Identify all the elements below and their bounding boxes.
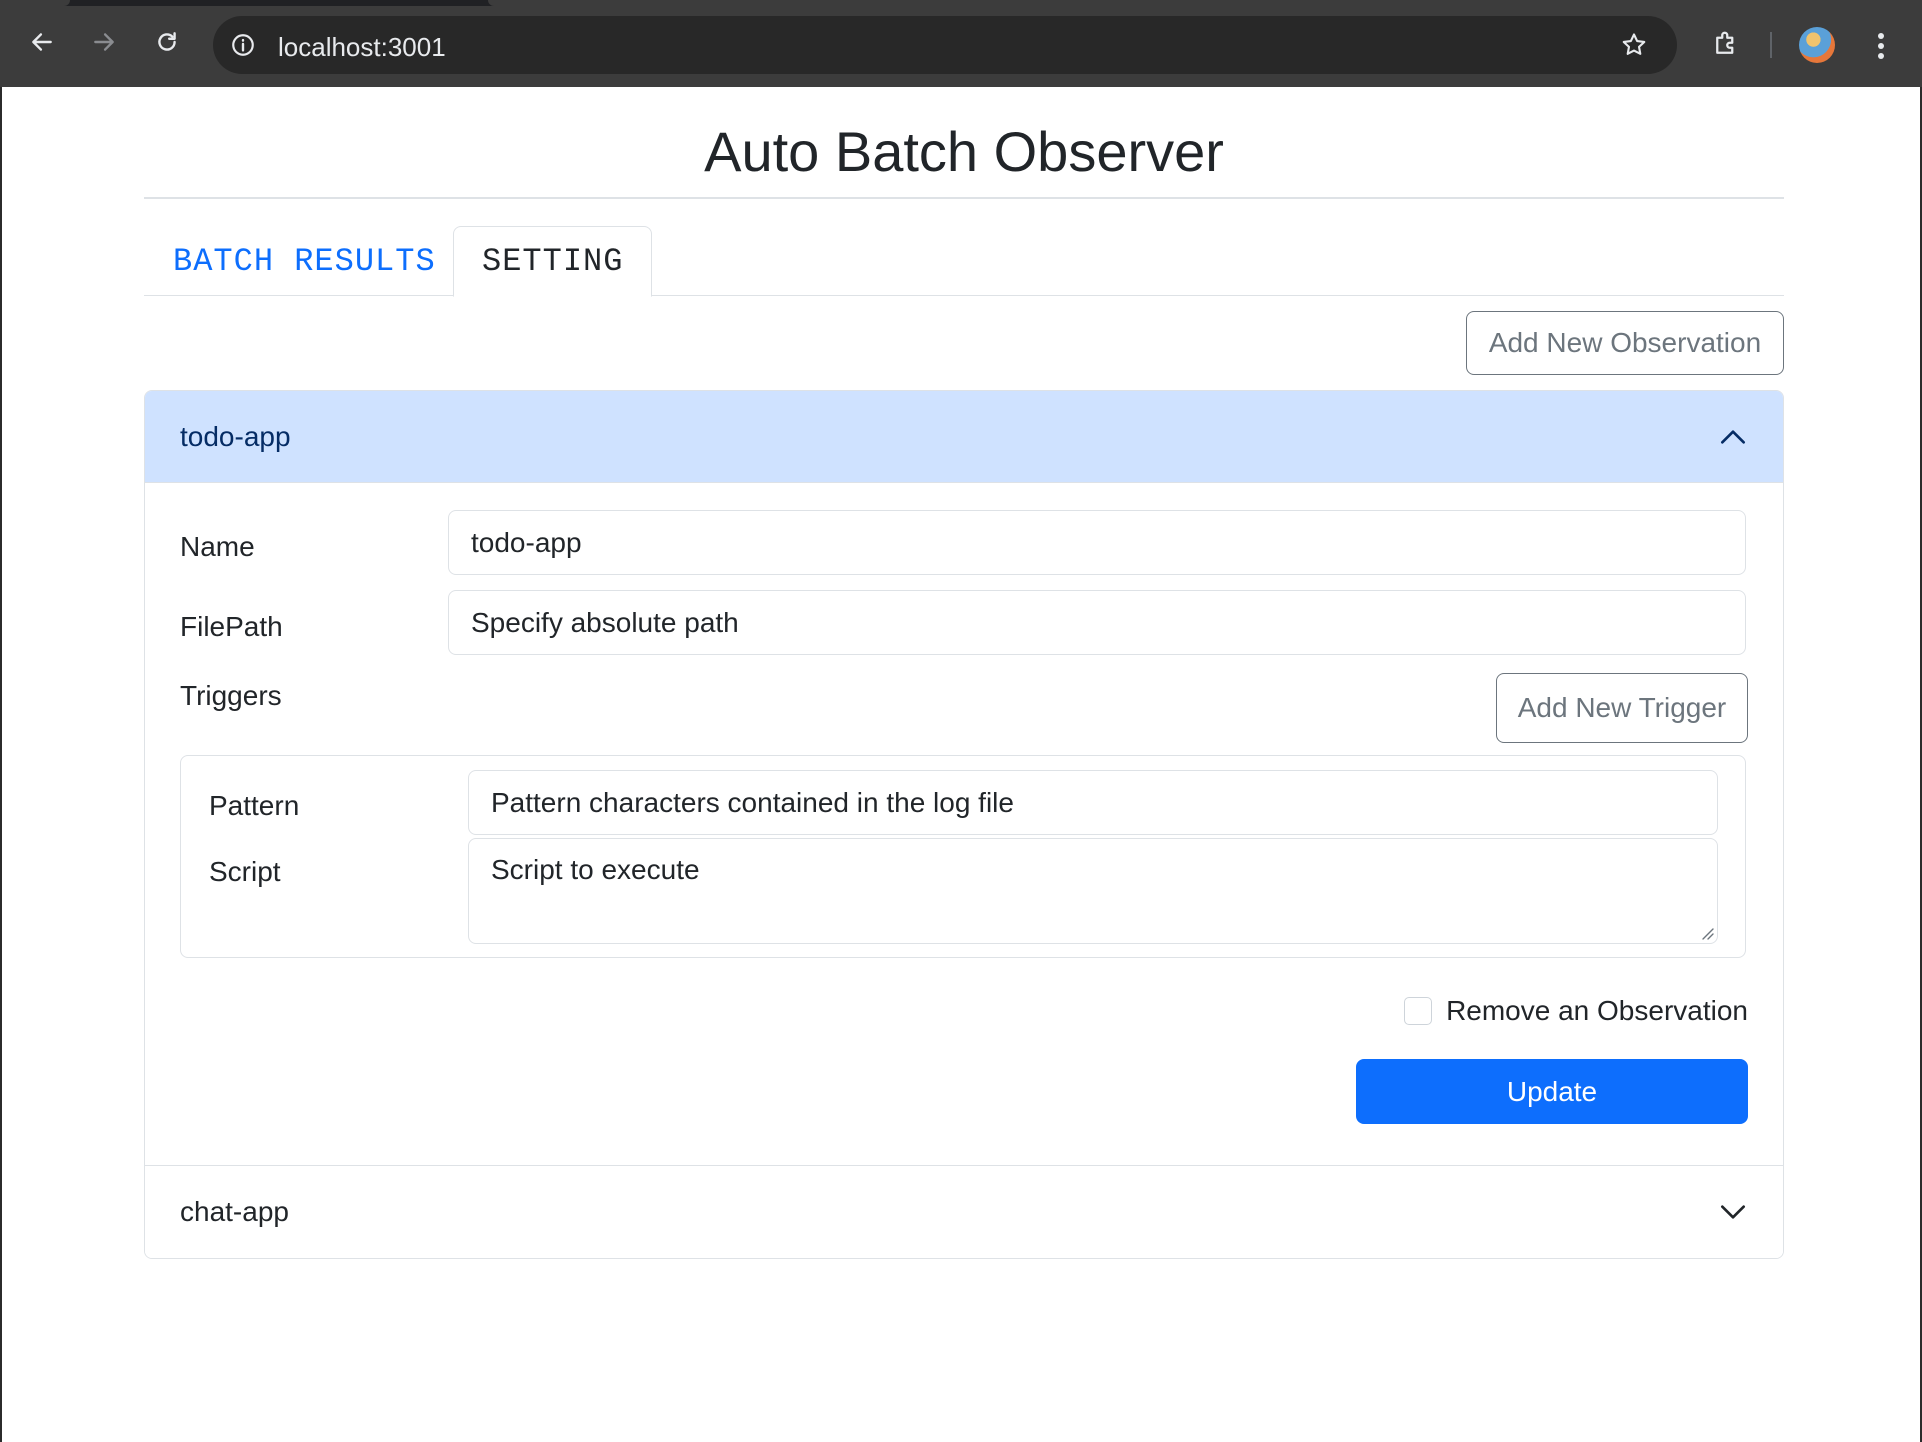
name-field-value: todo-app xyxy=(471,526,582,558)
add-new-observation-button[interactable]: Add New Observation xyxy=(1466,311,1784,375)
observation-toolbar: Add New Observation xyxy=(144,296,1784,390)
extensions-icon[interactable] xyxy=(1706,24,1746,64)
observations-accordion: todo-app Name todo-app FilePath Specify … xyxy=(144,390,1784,1259)
chevron-up-icon xyxy=(1721,430,1745,444)
remove-observation-checkbox[interactable] xyxy=(1404,997,1433,1025)
accordion-header-todo-app[interactable]: todo-app xyxy=(145,391,1783,483)
add-new-trigger-button[interactable]: Add New Trigger xyxy=(1496,673,1748,743)
tab-bar: BATCH RESULTS SETTING xyxy=(144,226,1784,297)
forward-button[interactable] xyxy=(84,22,124,62)
reload-icon xyxy=(158,32,176,51)
bookmark-star-icon[interactable] xyxy=(1615,26,1653,64)
accordion-header-chat-app[interactable]: chat-app xyxy=(145,1166,1783,1258)
accordion-body-todo-app: Name todo-app FilePath Specify absolute … xyxy=(145,483,1783,1166)
menu-dots-icon[interactable] xyxy=(1866,26,1896,66)
toolbar-divider xyxy=(1770,32,1772,58)
browser-toolbar: localhost:3001 xyxy=(0,0,1922,87)
tab-setting[interactable]: SETTING xyxy=(453,226,653,297)
page-title: Auto Batch Observer xyxy=(704,120,1224,183)
chevron-down-icon xyxy=(1721,1205,1745,1219)
page-viewport: Auto Batch Observer BATCH RESULTS SETTIN… xyxy=(2,87,1920,1442)
update-button[interactable]: Update xyxy=(1356,1059,1748,1124)
remove-observation-label[interactable]: Remove an Observation xyxy=(1446,995,1748,1027)
accordion-header-label: todo-app xyxy=(180,420,291,452)
pattern-placeholder: Pattern characters contained in the log … xyxy=(491,786,1014,818)
profile-avatar[interactable] xyxy=(1799,27,1835,63)
url-text[interactable]: localhost:3001 xyxy=(278,32,446,63)
script-label: Script xyxy=(209,856,281,887)
pattern-label: Pattern xyxy=(209,790,300,821)
tab-batch-results[interactable]: BATCH RESULTS xyxy=(144,226,465,296)
back-icon xyxy=(32,33,52,51)
triggers-label: Triggers xyxy=(180,680,282,711)
filepath-label: FilePath xyxy=(180,611,283,642)
remove-observation-toggle[interactable]: Remove an Observation xyxy=(1404,994,1748,1028)
main-container: Auto Batch Observer BATCH RESULTS SETTIN… xyxy=(144,87,1784,1259)
site-info-icon[interactable] xyxy=(223,25,263,65)
forward-icon xyxy=(94,33,114,51)
script-placeholder: Script to execute xyxy=(491,854,700,885)
filepath-placeholder: Specify absolute path xyxy=(471,606,739,638)
reload-button[interactable] xyxy=(147,22,187,62)
title-divider xyxy=(144,197,1784,199)
name-label: Name xyxy=(180,531,255,562)
name-field[interactable]: todo-app xyxy=(448,510,1746,575)
pattern-field[interactable]: Pattern characters contained in the log … xyxy=(468,770,1718,835)
trigger-card: Pattern Pattern characters contained in … xyxy=(180,755,1746,958)
filepath-field[interactable]: Specify absolute path xyxy=(448,590,1746,655)
resize-grip-icon[interactable] xyxy=(1700,926,1714,940)
script-textarea[interactable]: Script to execute xyxy=(468,838,1718,944)
back-button[interactable] xyxy=(22,22,62,62)
address-bar[interactable]: localhost:3001 xyxy=(213,16,1677,74)
accordion-header-label: chat-app xyxy=(180,1196,289,1227)
